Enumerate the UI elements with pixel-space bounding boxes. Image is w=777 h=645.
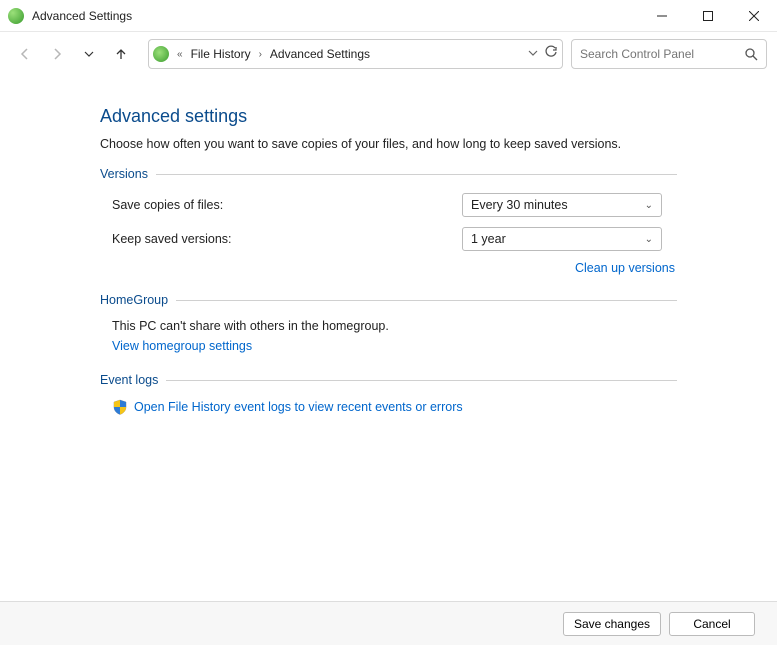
content-area: Advanced settings Choose how often you w… xyxy=(0,76,777,415)
breadcrumb-prefix-icon: « xyxy=(173,49,187,60)
section-title-homegroup: HomeGroup xyxy=(100,293,168,307)
homegroup-link-row: View homegroup settings xyxy=(100,337,677,355)
chevron-down-icon xyxy=(84,49,94,59)
eventlogs-row: Open File History event logs to view rec… xyxy=(100,399,677,415)
section-header-eventlogs: Event logs xyxy=(100,373,677,387)
section-title-eventlogs: Event logs xyxy=(100,373,158,387)
page-intro: Choose how often you want to save copies… xyxy=(100,137,677,151)
divider xyxy=(156,174,677,175)
search-box[interactable] xyxy=(571,39,767,69)
recent-dropdown[interactable] xyxy=(74,39,104,69)
open-event-logs-link[interactable]: Open File History event logs to view rec… xyxy=(134,400,463,414)
cleanup-row: Clean up versions xyxy=(100,261,677,275)
titlebar: Advanced Settings xyxy=(0,0,777,32)
save-button[interactable]: Save changes xyxy=(563,612,661,636)
window-title: Advanced Settings xyxy=(32,9,639,23)
window-controls xyxy=(639,0,777,31)
up-button[interactable] xyxy=(106,39,136,69)
divider xyxy=(166,380,677,381)
shield-icon xyxy=(112,399,128,415)
minimize-icon xyxy=(657,11,667,21)
minimize-button[interactable] xyxy=(639,0,685,31)
maximize-button[interactable] xyxy=(685,0,731,31)
navbar: « File History › Advanced Settings xyxy=(0,32,777,76)
search-icon xyxy=(744,47,758,61)
back-button[interactable] xyxy=(10,39,40,69)
save-copies-label: Save copies of files: xyxy=(112,198,462,212)
search-input[interactable] xyxy=(580,47,744,61)
chevron-right-icon: › xyxy=(255,49,266,60)
close-icon xyxy=(749,11,759,21)
save-copies-select[interactable]: Every 30 minutes ⌄ xyxy=(462,193,662,217)
address-bar[interactable]: « File History › Advanced Settings xyxy=(148,39,563,69)
file-history-icon xyxy=(153,46,169,62)
app-icon xyxy=(8,8,24,24)
keep-versions-value: 1 year xyxy=(471,232,645,246)
address-dropdown[interactable] xyxy=(528,45,538,63)
breadcrumb-file-history[interactable]: File History xyxy=(187,47,255,61)
keep-versions-label: Keep saved versions: xyxy=(112,232,462,246)
keep-versions-select[interactable]: 1 year ⌄ xyxy=(462,227,662,251)
cancel-button[interactable]: Cancel xyxy=(669,612,755,636)
address-right-controls xyxy=(528,45,558,64)
footer-bar: Save changes Cancel xyxy=(0,601,777,645)
cleanup-versions-link[interactable]: Clean up versions xyxy=(575,261,675,275)
maximize-icon xyxy=(703,11,713,21)
page-title: Advanced settings xyxy=(100,106,677,127)
view-homegroup-link[interactable]: View homegroup settings xyxy=(112,339,252,353)
divider xyxy=(176,300,677,301)
save-copies-value: Every 30 minutes xyxy=(471,198,645,212)
breadcrumb-advanced-settings[interactable]: Advanced Settings xyxy=(266,47,374,61)
row-keep-versions: Keep saved versions: 1 year ⌄ xyxy=(100,227,677,251)
forward-icon xyxy=(50,47,64,61)
section-header-homegroup: HomeGroup xyxy=(100,293,677,307)
back-icon xyxy=(18,47,32,61)
row-save-copies: Save copies of files: Every 30 minutes ⌄ xyxy=(100,193,677,217)
forward-button[interactable] xyxy=(42,39,72,69)
refresh-icon xyxy=(544,45,558,59)
chevron-down-icon: ⌄ xyxy=(645,234,653,245)
close-button[interactable] xyxy=(731,0,777,31)
chevron-down-icon xyxy=(528,48,538,58)
section-header-versions: Versions xyxy=(100,167,677,181)
refresh-button[interactable] xyxy=(544,45,558,64)
homegroup-text: This PC can't share with others in the h… xyxy=(100,319,677,333)
up-icon xyxy=(114,47,128,61)
chevron-down-icon: ⌄ xyxy=(645,200,653,211)
section-title-versions: Versions xyxy=(100,167,148,181)
